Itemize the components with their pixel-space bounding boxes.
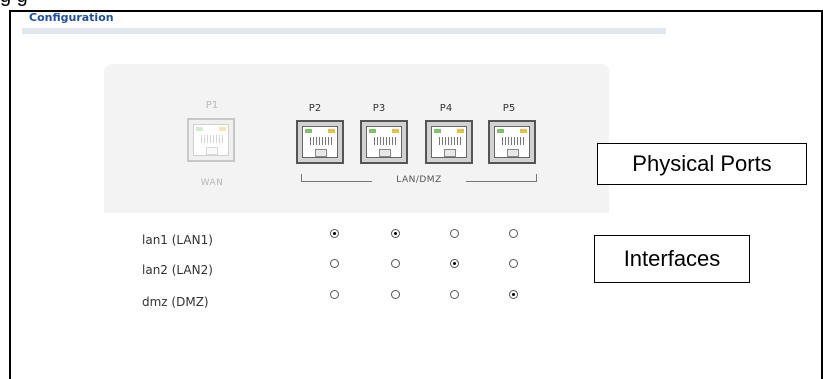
port-label-p5: P5 xyxy=(502,103,516,114)
callout-physical-ports: Physical Ports xyxy=(597,143,807,185)
callout-interfaces: Interfaces xyxy=(594,235,750,283)
radio-dmz-p5[interactable] xyxy=(509,290,518,299)
interface-label-lan1: lan1 (LAN1) xyxy=(142,233,213,247)
figure-heading-fragment: g g xyxy=(0,0,28,7)
radio-dmz-p4[interactable] xyxy=(450,290,459,299)
radio-lan1-p4[interactable] xyxy=(450,229,459,238)
radio-lan1-p5[interactable] xyxy=(509,229,518,238)
page-title: Configuration xyxy=(29,11,114,24)
radio-dmz-p3[interactable] xyxy=(391,290,400,299)
port-label-p2: P2 xyxy=(308,103,322,114)
ethernet-port-p1-icon xyxy=(187,118,235,162)
title-divider xyxy=(22,28,666,34)
radio-lan2-p4[interactable] xyxy=(450,259,459,268)
ethernet-port-p3-icon xyxy=(360,120,408,164)
radio-lan1-p3[interactable] xyxy=(391,229,400,238)
interface-label-lan2: lan2 (LAN2) xyxy=(142,263,213,277)
radio-lan2-p3[interactable] xyxy=(391,259,400,268)
frame-top-border xyxy=(9,10,823,12)
port-label-p4: P4 xyxy=(439,103,453,114)
ethernet-port-p2-icon xyxy=(296,120,344,164)
port-label-p3: P3 xyxy=(372,103,386,114)
radio-dmz-p2[interactable] xyxy=(330,290,339,299)
radio-lan1-p2[interactable] xyxy=(330,229,339,238)
radio-lan2-p5[interactable] xyxy=(509,259,518,268)
wan-label: WAN xyxy=(200,178,224,188)
frame-left-border xyxy=(9,10,11,379)
ethernet-port-p5-icon xyxy=(488,120,536,164)
interface-label-dmz: dmz (DMZ) xyxy=(142,295,209,309)
ethernet-port-p4-icon xyxy=(425,120,473,164)
radio-lan2-p2[interactable] xyxy=(330,259,339,268)
port-label-p1: P1 xyxy=(205,100,219,111)
lan-group-label: LAN/DMZ xyxy=(372,175,466,185)
